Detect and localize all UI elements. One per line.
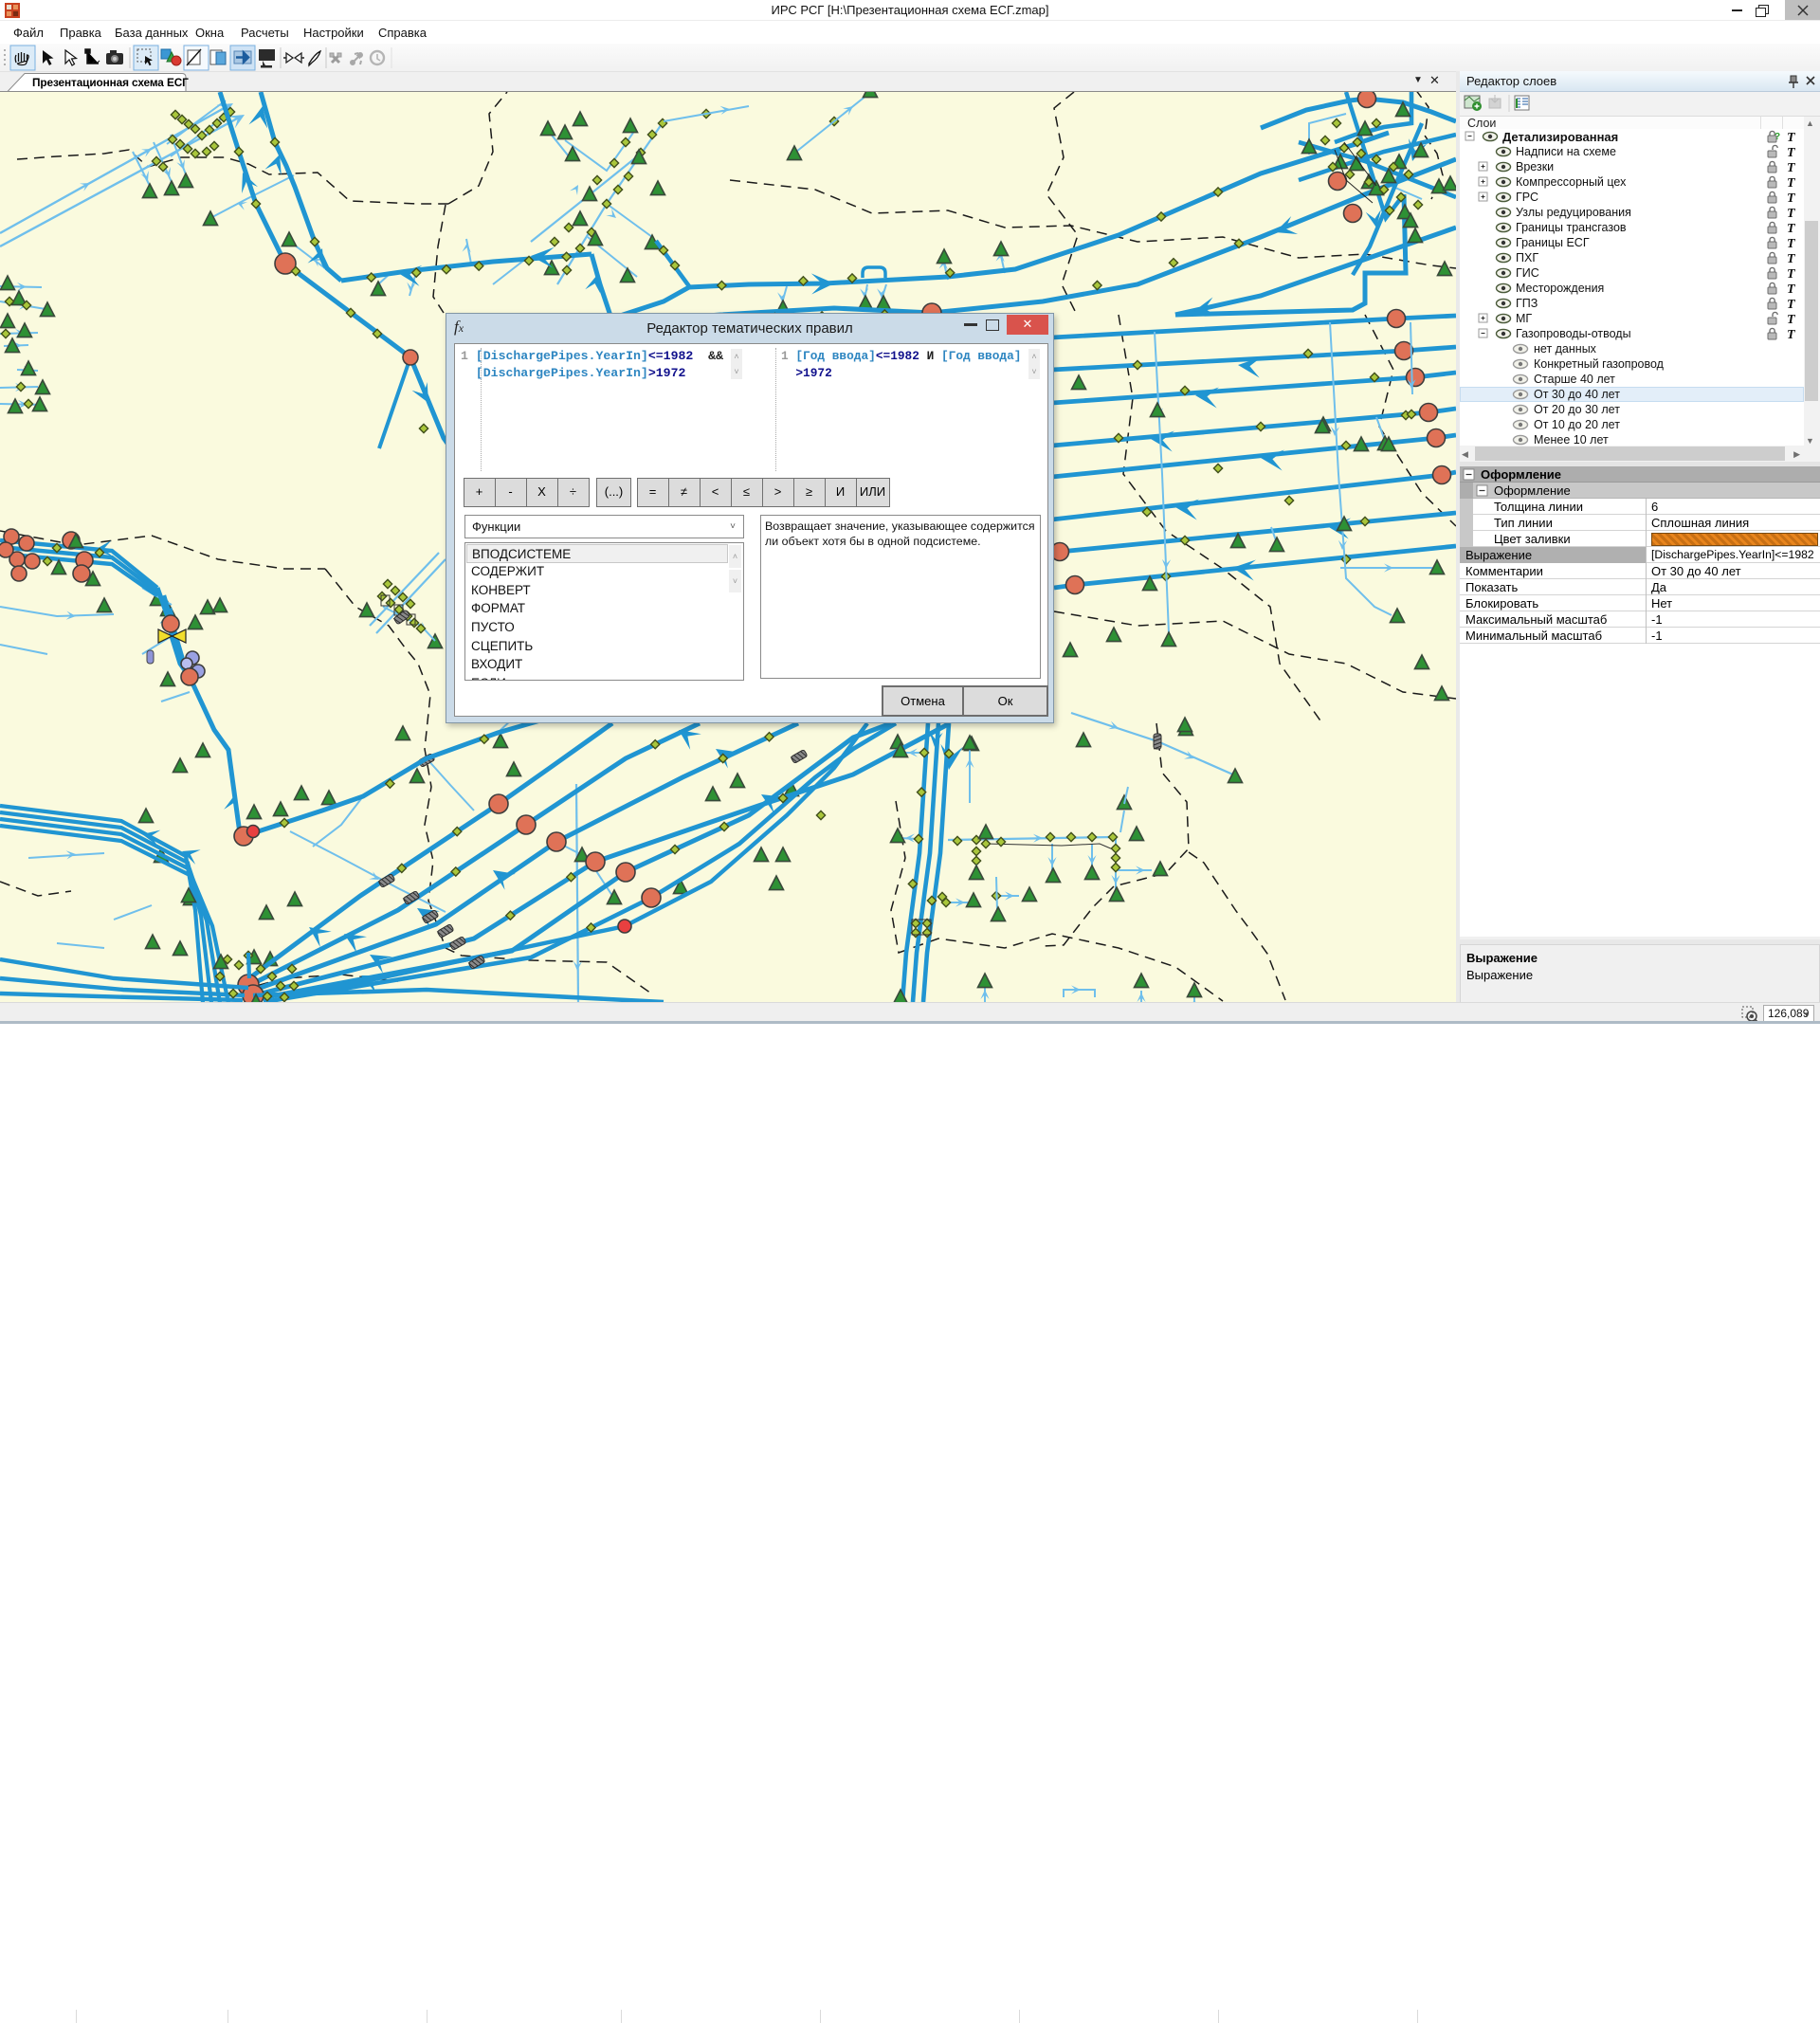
- svg-text:T: T: [1787, 298, 1796, 311]
- svg-text:T: T: [1787, 207, 1796, 220]
- svg-text:T: T: [1787, 131, 1796, 144]
- svg-text:T: T: [1787, 176, 1796, 190]
- svg-text:T: T: [1787, 267, 1796, 281]
- svg-text:T: T: [1787, 328, 1796, 341]
- svg-text:T: T: [1787, 252, 1796, 265]
- svg-text:T: T: [1787, 237, 1796, 250]
- svg-text:?: ?: [1774, 132, 1780, 142]
- svg-text:T: T: [1787, 161, 1796, 174]
- svg-text:T: T: [1787, 313, 1796, 326]
- svg-text:T: T: [1787, 146, 1796, 159]
- svg-text:T: T: [1787, 222, 1796, 235]
- svg-text:T: T: [1787, 191, 1796, 205]
- svg-text:T: T: [1787, 282, 1796, 296]
